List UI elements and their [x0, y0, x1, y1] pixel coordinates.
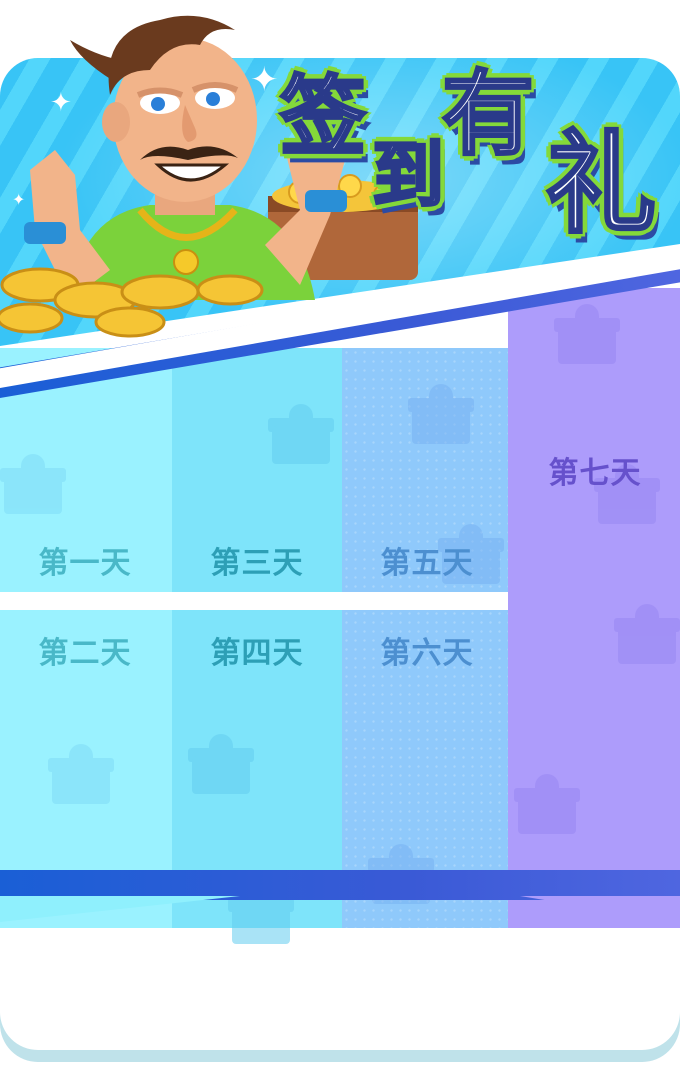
- title-char-1: 签: [279, 66, 368, 169]
- gift-icon: [0, 454, 66, 514]
- gift-icon: [408, 384, 474, 444]
- gift-icon: [614, 604, 680, 664]
- gift-icon: [554, 304, 620, 364]
- gift-icon: [514, 774, 580, 834]
- banner-title: 签 到 有 礼: [279, 40, 670, 250]
- row-divider: [0, 592, 508, 610]
- day-3-button[interactable]: 第三天: [172, 538, 342, 582]
- column-day-7: [508, 288, 680, 928]
- day-2-button[interactable]: 第二天: [0, 628, 170, 672]
- bottom-band: [0, 870, 680, 900]
- day-4-button[interactable]: 第四天: [172, 628, 342, 672]
- gift-icon: [188, 734, 254, 794]
- day-7-button[interactable]: 第七天: [510, 448, 680, 492]
- gift-icon: [48, 744, 114, 804]
- title-char-4: 礼: [545, 119, 658, 250]
- title-char-3: 有: [440, 60, 535, 170]
- day-6-button[interactable]: 第六天: [342, 628, 512, 672]
- gift-icon: [268, 404, 334, 464]
- day-1-button[interactable]: 第一天: [0, 538, 170, 582]
- title-char-2: 到: [370, 132, 445, 219]
- day-5-button[interactable]: 第五天: [342, 538, 512, 582]
